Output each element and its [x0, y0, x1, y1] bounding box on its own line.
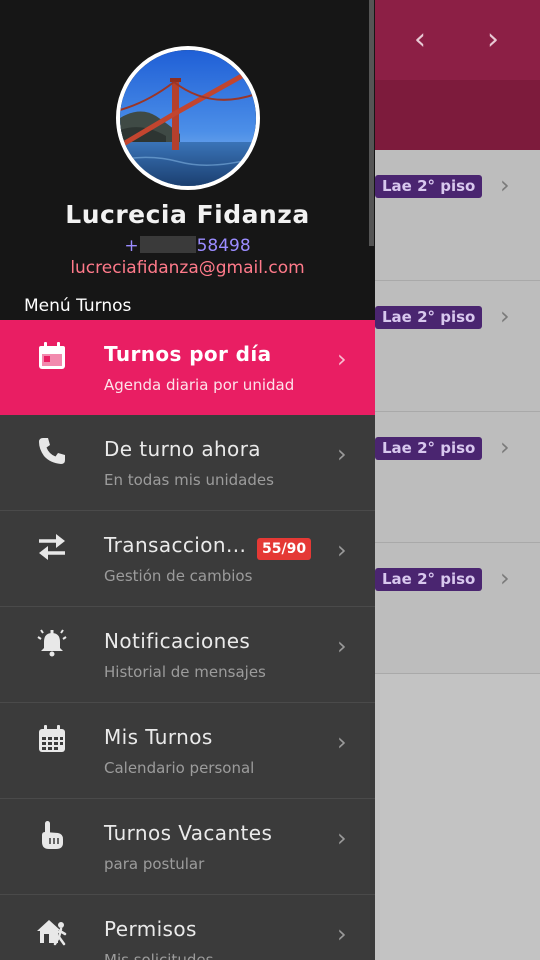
menu-item-subtitle: para postular: [104, 855, 205, 873]
calendar-icon: [39, 342, 65, 369]
menu-item-de-turno-ahora[interactable]: De turno ahora En todas mis unidades ›: [0, 415, 375, 511]
phone-suffix: 58498: [196, 236, 251, 256]
menu-item-label: Permisos: [104, 917, 197, 941]
phone-redaction: [139, 236, 196, 253]
house-walking-icon: [37, 920, 67, 946]
chevron-right-icon: ›: [337, 440, 347, 468]
menu-item-transacciones[interactable]: Transaccion... 55/90 Gestión de cambios …: [0, 511, 375, 607]
unit-badge: Lae 2° piso: [375, 568, 483, 591]
user-phone: +58498: [0, 236, 375, 256]
menu-item-label: Mis Turnos: [104, 725, 213, 749]
count-badge: 55/90: [257, 538, 312, 560]
menu-item-mis-turnos[interactable]: Mis Turnos Calendario personal ›: [0, 703, 375, 799]
next-arrow-icon[interactable]: ›: [473, 22, 513, 58]
menu-section-title: Menú Turnos: [24, 296, 132, 316]
phone-prefix: +: [124, 236, 139, 256]
phone-icon: [39, 438, 65, 464]
menu-item-subtitle: Gestión de cambios: [104, 567, 253, 585]
unit-badge: Lae 2° piso: [375, 306, 483, 329]
drawer-header: Lucrecia Fidanza +58498 lucreciafidanza@…: [0, 0, 375, 320]
menu-item-label: Transaccion...: [104, 533, 247, 557]
menu-item-subtitle: Calendario personal: [104, 759, 255, 777]
scrollbar[interactable]: [369, 0, 374, 246]
menu-item-label: Turnos Vacantes: [104, 821, 273, 845]
hand-pointing-icon: [42, 821, 63, 849]
unit-badge: Lae 2° piso: [375, 175, 483, 198]
menu-item-subtitle: Historial de mensajes: [104, 663, 266, 681]
chevron-right-icon: ›: [337, 536, 347, 564]
navigation-drawer: Lucrecia Fidanza +58498 lucreciafidanza@…: [0, 0, 375, 960]
menu-item-notificaciones[interactable]: Notificaciones Historial de mensajes ›: [0, 607, 375, 703]
menu-item-subtitle: En todas mis unidades: [104, 471, 274, 489]
menu-item-turnos-vacantes[interactable]: Turnos Vacantes para postular ›: [0, 799, 375, 895]
menu-item-label: De turno ahora: [104, 437, 261, 461]
chevron-right-icon: ›: [337, 345, 347, 373]
chevron-right-icon: ›: [337, 728, 347, 756]
chevron-right-icon: ›: [500, 433, 510, 461]
menu-item-label: Turnos por día: [104, 342, 272, 366]
chevron-right-icon: ›: [337, 920, 347, 948]
user-email: lucreciafidanza@gmail.com: [70, 258, 305, 278]
menu-item-permisos[interactable]: Permisos Mis solicitudes ›: [0, 895, 375, 960]
user-name: Lucrecia Fidanza: [65, 200, 310, 229]
avatar[interactable]: [116, 46, 260, 190]
chevron-right-icon: ›: [337, 824, 347, 852]
chevron-right-icon: ›: [337, 632, 347, 660]
swap-arrows-icon: [39, 534, 65, 560]
prev-arrow-icon[interactable]: ‹: [400, 22, 440, 58]
menu-item-subtitle: Agenda diaria por unidad: [104, 376, 295, 394]
menu-item-subtitle: Mis solicitudes: [104, 951, 214, 960]
calendar-grid-icon: [39, 725, 65, 752]
bell-ringing-icon: [37, 629, 67, 657]
chevron-right-icon: ›: [500, 564, 510, 592]
menu-item-turnos-por-dia[interactable]: Turnos por día Agenda diaria por unidad …: [0, 320, 375, 415]
chevron-right-icon: ›: [500, 302, 510, 330]
unit-badge: Lae 2° piso: [375, 437, 483, 460]
chevron-right-icon: ›: [500, 171, 510, 199]
menu-item-label: Notificaciones: [104, 629, 251, 653]
